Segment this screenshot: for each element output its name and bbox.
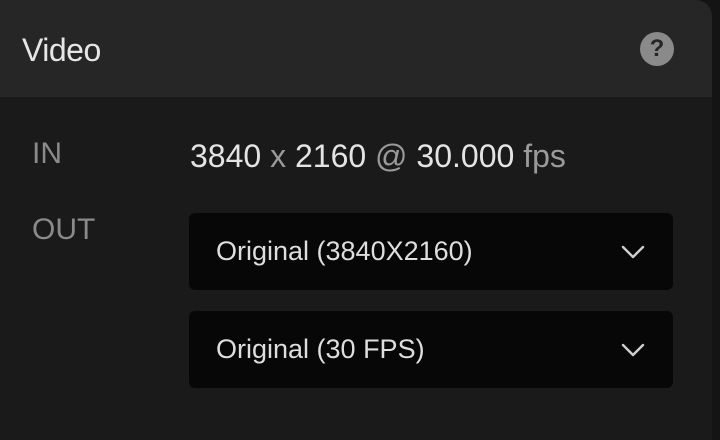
input-height: 2160 xyxy=(294,138,367,174)
panel-title: Video xyxy=(22,32,101,68)
input-fps-value: 30.000 xyxy=(416,138,515,174)
input-width: 3840 xyxy=(190,138,262,174)
output-framerate-value: Original (30 FPS) xyxy=(216,334,425,364)
panel-header: Video ? xyxy=(0,0,712,97)
output-framerate-select[interactable]: Original (30 FPS) xyxy=(189,311,673,388)
output-label: OUT xyxy=(32,213,96,246)
video-settings-panel: Video ? IN 3840 x 2160 @ 30.000 fps OUT … xyxy=(0,0,712,440)
input-fps-unit: fps xyxy=(523,138,566,174)
input-label: IN xyxy=(32,137,62,170)
output-resolution-select[interactable]: Original (3840X2160) xyxy=(189,213,673,290)
input-at-sign: @ xyxy=(375,138,408,174)
input-times-sign: x xyxy=(270,138,287,174)
chevron-down-icon[interactable] xyxy=(620,244,646,260)
output-resolution-value: Original (3840X2160) xyxy=(216,236,473,266)
input-video-info: 3840 x 2160 @ 30.000 fps xyxy=(190,136,566,176)
help-icon[interactable]: ? xyxy=(640,32,674,66)
chevron-down-icon[interactable] xyxy=(620,342,646,358)
